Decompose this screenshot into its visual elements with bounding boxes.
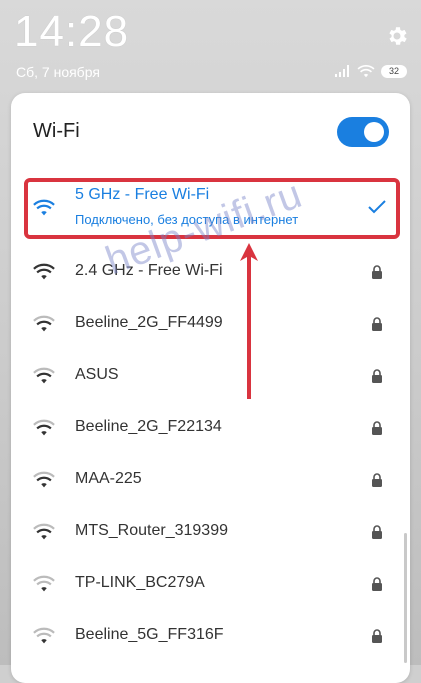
scrollbar[interactable] [404,533,407,663]
wifi-panel: Wi-Fi 5 GHz - Free Wi-Fi Подключено, без… [11,93,410,683]
network-item[interactable]: 2.4 GHz - Free Wi-Fi [11,247,410,299]
network-item[interactable]: ASUS [11,351,410,403]
network-item[interactable]: Beeline_5G_FF316F [11,611,410,663]
wifi-signal-icon [33,523,55,540]
network-item[interactable]: Beeline_2G_F22134 [11,403,410,455]
network-name: Beeline_2G_F22134 [75,418,222,435]
wifi-signal-icon [33,575,55,592]
signal-icon [335,65,349,77]
lock-icon [372,369,382,383]
wifi-toggle[interactable] [337,117,389,147]
date: Сб, 7 ноября [16,64,100,80]
lock-icon [372,577,382,591]
network-name: Beeline_5G_FF316F [75,626,224,643]
network-name: TP-LINK_BC279A [75,574,205,591]
network-item[interactable]: MAA-225 [11,455,410,507]
panel-title: Wi-Fi [33,120,80,142]
lock-icon [372,525,382,539]
wifi-signal-icon [33,627,55,644]
network-name: Beeline_2G_FF4499 [75,314,223,331]
gear-icon[interactable] [385,24,409,48]
wifi-signal-icon [33,367,55,384]
network-item[interactable]: MTS_Router_319399 [11,507,410,559]
network-name: MTS_Router_319399 [75,522,228,539]
network-name: MAA-225 [75,470,142,487]
lock-icon [372,317,382,331]
wifi-signal-icon [33,419,55,436]
lock-icon [372,473,382,487]
wifi-signal-icon [33,263,55,280]
clock: 14:28 [14,7,130,56]
battery-indicator: 32 [381,64,407,78]
lock-icon [372,421,382,435]
toggle-knob [364,122,384,142]
wifi-signal-icon [33,471,55,488]
network-item[interactable]: TP-LINK_BC279A [11,559,410,611]
wifi-status-icon [357,64,375,77]
wifi-signal-icon [33,315,55,332]
lock-icon [372,265,382,279]
network-item[interactable]: Beeline_2G_FF4499 [11,299,410,351]
status-icons: 32 [335,63,407,79]
lock-icon [372,629,382,643]
network-name: ASUS [75,366,119,383]
arrow-up-icon [240,243,258,399]
